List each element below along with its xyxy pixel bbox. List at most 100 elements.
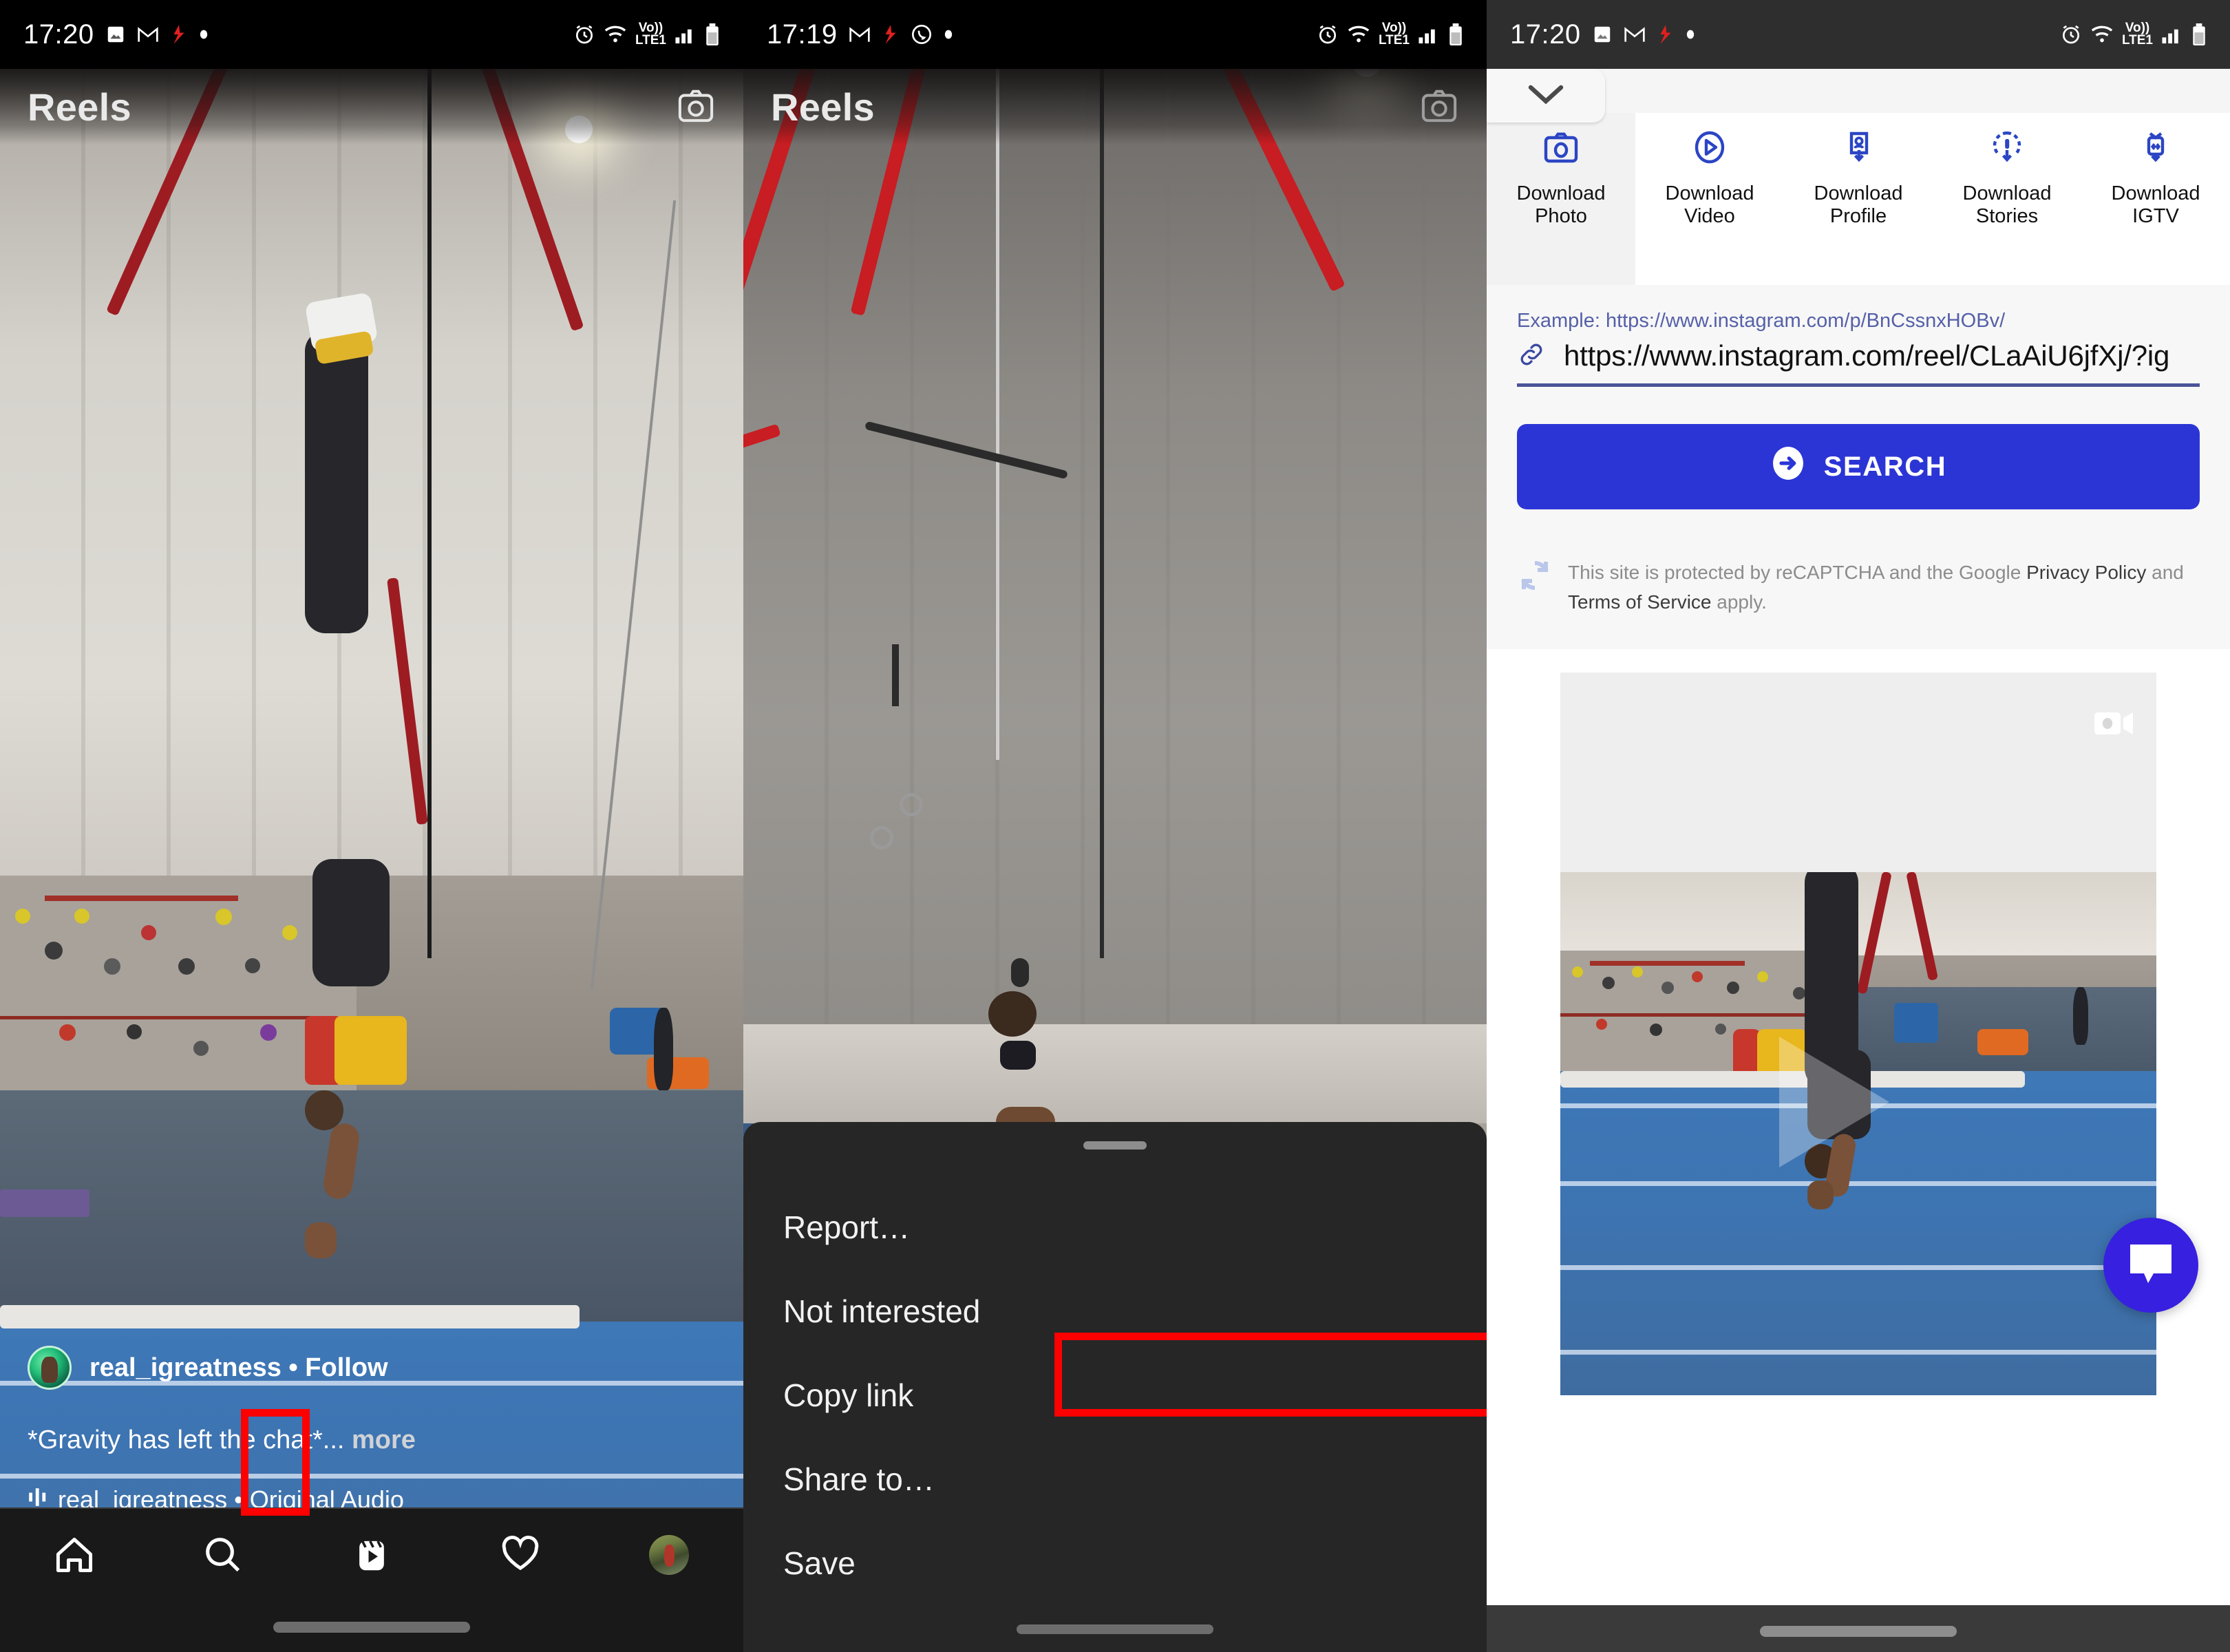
reel-caption: *Gravity has left the chat*... more	[28, 1426, 716, 1455]
status-bar-left: 17:20 Vo)) LTE1	[0, 0, 743, 69]
recaptcha-text: This site is protected by reCAPTCHA and …	[1568, 562, 2184, 613]
tab-download-photo[interactable]: Download Photo	[1487, 113, 1635, 285]
camera-icon[interactable]	[676, 87, 716, 127]
sidebar-item-activity[interactable]	[446, 1535, 595, 1576]
sheet-menu-list: Report… Not interested Copy link Share t…	[743, 1150, 1487, 1605]
profile-download-icon	[1839, 129, 1878, 171]
url-input[interactable]: https://www.instagram.com/reel/CLaAiU6jf…	[1564, 339, 2200, 372]
three-panel-screenshot: 17:20 Vo)) LTE1 Reels real_igreatness • …	[0, 0, 2230, 1652]
link-icon	[1517, 340, 1546, 372]
profile-avatar	[649, 1535, 689, 1575]
gmail-icon	[1624, 25, 1646, 44]
reel-author-row[interactable]: real_igreatness • Follow	[28, 1346, 716, 1390]
reel-thumbnail	[1560, 871, 2156, 1395]
play-triangle-icon[interactable]	[1779, 1037, 1890, 1168]
avatar[interactable]	[28, 1346, 72, 1390]
tab-label: Download IGTV	[2111, 182, 2200, 228]
sidebar-item-search[interactable]	[149, 1535, 297, 1578]
preview-placeholder	[1560, 672, 2156, 872]
status-time: 17:20	[1510, 19, 1581, 50]
play-circle-icon	[1690, 129, 1729, 171]
sheet-drag-handle[interactable]	[1083, 1141, 1147, 1150]
status-time: 17:19	[767, 19, 838, 50]
alight-motion-icon	[170, 24, 188, 45]
url-input-row[interactable]: https://www.instagram.com/reel/CLaAiU6jf…	[1517, 339, 2200, 383]
download-type-tabs: Download Photo Download Video Download P…	[1487, 113, 2230, 285]
collapse-toolbar-button[interactable]	[1487, 69, 1605, 123]
tab-download-profile[interactable]: Download Profile	[1784, 113, 1933, 285]
status-bar-right: 17:20 Vo)) LTE1	[1487, 0, 2230, 69]
tab-label: Download Stories	[1962, 182, 2052, 228]
wifi-icon	[2090, 24, 2114, 45]
sidebar-item-profile[interactable]	[595, 1535, 743, 1575]
tab-download-stories[interactable]: Download Stories	[1933, 113, 2081, 285]
stories-download-icon	[1988, 129, 2026, 171]
heart-icon	[500, 1535, 540, 1576]
panel-instagram-downloader: 17:20 Vo)) LTE1 Download Photo Download …	[1487, 0, 2230, 1652]
tab-label: Download Video	[1665, 182, 1754, 228]
gmail-icon	[849, 25, 871, 44]
caption-more-link[interactable]: more	[352, 1426, 416, 1454]
gesture-bar[interactable]	[1017, 1624, 1213, 1634]
whatsapp-icon	[911, 23, 933, 45]
tab-download-video[interactable]: Download Video	[1635, 113, 1784, 285]
home-icon	[54, 1535, 95, 1578]
sidebar-item-reels[interactable]	[297, 1535, 446, 1578]
result-preview-area	[1487, 648, 2230, 1395]
gesture-bar[interactable]	[1760, 1626, 1957, 1637]
page-title: Reels	[771, 85, 875, 129]
search-button-label: SEARCH	[1823, 451, 1947, 482]
chat-bubble-fab[interactable]	[2103, 1217, 2198, 1313]
battery-icon	[705, 23, 720, 45]
camera-download-icon	[1542, 129, 1580, 171]
chat-bubble-icon	[2126, 1240, 2176, 1289]
search-button[interactable]: SEARCH	[1517, 424, 2200, 509]
signal-icon	[2161, 24, 2183, 45]
caption-text: *Gravity has left the chat*...	[28, 1426, 345, 1454]
author-username[interactable]: real_igreatness • Follow	[89, 1353, 388, 1383]
terms-of-service-link[interactable]: Terms of Service	[1568, 591, 1712, 613]
dot-icon	[944, 28, 953, 41]
reels-header-middle: Reels	[743, 69, 1487, 145]
recaptcha-notice: This site is protected by reCAPTCHA and …	[1517, 509, 2200, 617]
status-time: 17:20	[23, 19, 94, 50]
recaptcha-icon	[1517, 558, 1553, 597]
panel-instagram-reel-menu: 17:19 Vo)) LTE1 Reels Report… Not intere…	[743, 0, 1487, 1652]
battery-icon	[2191, 23, 2207, 45]
wifi-icon	[604, 24, 627, 45]
panel-instagram-reel: 17:20 Vo)) LTE1 Reels real_igreatness • …	[0, 0, 743, 1652]
username-text: real_igreatness	[89, 1353, 282, 1382]
instagram-tab-bar	[0, 1507, 743, 1652]
browser-chrome	[1487, 69, 2230, 123]
follow-button[interactable]: Follow	[305, 1353, 387, 1382]
signal-icon	[1418, 24, 1440, 45]
media-preview-card[interactable]	[1560, 672, 2156, 1395]
image-icon	[105, 24, 126, 45]
reels-header-left: Reels	[0, 69, 743, 145]
alight-motion-icon	[1657, 24, 1675, 45]
volte-icon: Vo)) LTE1	[2121, 20, 2153, 47]
menu-item-not-interested[interactable]: Not interested	[783, 1269, 1447, 1353]
camera-icon[interactable]	[1419, 87, 1459, 127]
privacy-policy-link[interactable]: Privacy Policy	[2026, 562, 2146, 583]
menu-item-report[interactable]: Report…	[783, 1185, 1447, 1269]
sidebar-item-home[interactable]	[0, 1535, 149, 1578]
alight-motion-icon	[882, 24, 900, 45]
chevron-down-icon	[1527, 82, 1565, 110]
volte-icon: Vo)) LTE1	[635, 20, 666, 47]
menu-item-share-to[interactable]: Share to…	[783, 1437, 1447, 1521]
tab-label: Download Profile	[1814, 182, 1903, 228]
menu-item-save[interactable]: Save	[783, 1521, 1447, 1605]
image-icon	[1592, 24, 1613, 45]
status-bar-middle: 17:19 Vo)) LTE1	[743, 0, 1487, 69]
signal-icon	[675, 24, 697, 45]
url-input-underline	[1517, 383, 2200, 387]
wifi-icon	[1347, 24, 1370, 45]
gesture-bar[interactable]	[273, 1622, 470, 1633]
search-icon	[203, 1535, 243, 1578]
reels-icon	[352, 1535, 392, 1578]
alarm-icon	[1317, 23, 1339, 45]
tab-download-igtv[interactable]: Download IGTV	[2081, 113, 2230, 285]
menu-item-copy-link[interactable]: Copy link	[783, 1353, 1447, 1437]
reel-metadata: real_igreatness • Follow *Gravity has le…	[0, 1346, 743, 1514]
